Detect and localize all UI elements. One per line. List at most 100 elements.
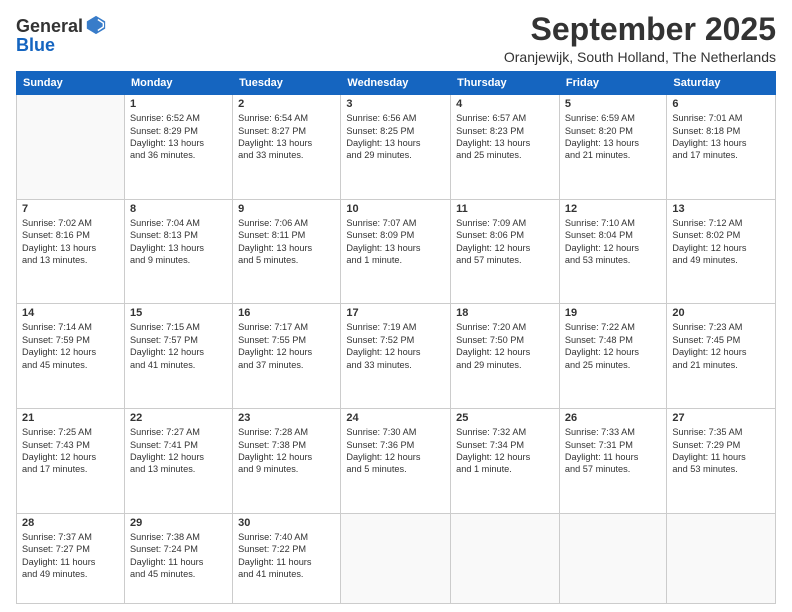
day-number: 23 [238, 412, 335, 424]
calendar-table: SundayMondayTuesdayWednesdayThursdayFrid… [16, 71, 776, 604]
title-block: September 2025 Oranjewijk, South Holland… [504, 12, 776, 65]
day-info: Sunrise: 6:54 AM Sunset: 8:27 PM Dayligh… [238, 112, 335, 162]
day-info: Sunrise: 7:32 AM Sunset: 7:34 PM Dayligh… [456, 426, 554, 476]
calendar-cell [559, 513, 666, 603]
calendar-cell: 4 Sunrise: 6:57 AM Sunset: 8:23 PM Daylig… [451, 95, 560, 200]
calendar-cell [667, 513, 776, 603]
day-number: 30 [238, 517, 335, 529]
day-number: 5 [565, 98, 661, 110]
calendar-cell [17, 95, 125, 200]
calendar-cell: 7 Sunrise: 7:02 AM Sunset: 8:16 PM Daylig… [17, 199, 125, 304]
calendar-cell [451, 513, 560, 603]
day-number: 19 [565, 307, 661, 319]
week-row-3: 21Sunrise: 7:25 AM Sunset: 7:43 PM Dayli… [17, 409, 776, 514]
calendar-cell: 3 Sunrise: 6:56 AM Sunset: 8:25 PM Daylig… [341, 95, 451, 200]
day-number: 15 [130, 307, 227, 319]
calendar-cell: 28 Sunrise: 7:37 AM Sunset: 7:27 PM Dayli… [17, 513, 125, 603]
weekday-header-friday: Friday [559, 72, 666, 95]
calendar-cell: 21Sunrise: 7:25 AM Sunset: 7:43 PM Dayli… [17, 409, 125, 514]
logo-icon [85, 14, 107, 36]
day-info: Sunrise: 7:14 AM Sunset: 7:59 PM Dayligh… [22, 321, 119, 371]
day-info: Sunrise: 7:06 AM Sunset: 8:11 PM Dayligh… [238, 217, 335, 267]
day-info: Sunrise: 6:52 AM Sunset: 8:29 PM Dayligh… [130, 112, 227, 162]
week-row-2: 14 Sunrise: 7:14 AM Sunset: 7:59 PM Dayli… [17, 304, 776, 409]
day-info: Sunrise: 7:12 AM Sunset: 8:02 PM Dayligh… [672, 217, 770, 267]
day-number: 13 [672, 203, 770, 215]
day-info: Sunrise: 7:02 AM Sunset: 8:16 PM Dayligh… [22, 217, 119, 267]
day-info: Sunrise: 6:59 AM Sunset: 8:20 PM Dayligh… [565, 112, 661, 162]
day-number: 18 [456, 307, 554, 319]
day-info: Sunrise: 7:38 AM Sunset: 7:24 PM Dayligh… [130, 531, 227, 581]
day-number: 11 [456, 203, 554, 215]
day-number: 9 [238, 203, 335, 215]
weekday-header-row: SundayMondayTuesdayWednesdayThursdayFrid… [17, 72, 776, 95]
day-number: 25 [456, 412, 554, 424]
day-number: 3 [346, 98, 445, 110]
day-number: 8 [130, 203, 227, 215]
day-info: Sunrise: 7:37 AM Sunset: 7:27 PM Dayligh… [22, 531, 119, 581]
day-info: Sunrise: 7:40 AM Sunset: 7:22 PM Dayligh… [238, 531, 335, 581]
day-info: Sunrise: 7:04 AM Sunset: 8:13 PM Dayligh… [130, 217, 227, 267]
day-info: Sunrise: 7:23 AM Sunset: 7:45 PM Dayligh… [672, 321, 770, 371]
page: General Blue September 2025 Oranjewijk, … [0, 0, 792, 612]
day-number: 1 [130, 98, 227, 110]
calendar-cell: 22 Sunrise: 7:27 AM Sunset: 7:41 PM Dayli… [124, 409, 232, 514]
weekday-header-saturday: Saturday [667, 72, 776, 95]
day-number: 27 [672, 412, 770, 424]
day-number: 10 [346, 203, 445, 215]
calendar-cell: 20 Sunrise: 7:23 AM Sunset: 7:45 PM Dayli… [667, 304, 776, 409]
day-number: 24 [346, 412, 445, 424]
day-number: 22 [130, 412, 227, 424]
calendar-cell: 9 Sunrise: 7:06 AM Sunset: 8:11 PM Daylig… [233, 199, 341, 304]
day-number: 14 [22, 307, 119, 319]
day-info: Sunrise: 7:01 AM Sunset: 8:18 PM Dayligh… [672, 112, 770, 162]
calendar-cell: 23 Sunrise: 7:28 AM Sunset: 7:38 PM Dayli… [233, 409, 341, 514]
day-number: 16 [238, 307, 335, 319]
weekday-header-wednesday: Wednesday [341, 72, 451, 95]
day-number: 7 [22, 203, 119, 215]
day-number: 17 [346, 307, 445, 319]
weekday-header-monday: Monday [124, 72, 232, 95]
calendar-cell: 10Sunrise: 7:07 AM Sunset: 8:09 PM Dayli… [341, 199, 451, 304]
day-info: Sunrise: 6:57 AM Sunset: 8:23 PM Dayligh… [456, 112, 554, 162]
day-number: 29 [130, 517, 227, 529]
calendar-title: September 2025 [504, 12, 776, 47]
day-number: 20 [672, 307, 770, 319]
calendar-cell: 1 Sunrise: 6:52 AM Sunset: 8:29 PM Daylig… [124, 95, 232, 200]
day-number: 2 [238, 98, 335, 110]
logo: General Blue [16, 16, 107, 56]
day-info: Sunrise: 7:28 AM Sunset: 7:38 PM Dayligh… [238, 426, 335, 476]
day-info: Sunrise: 7:33 AM Sunset: 7:31 PM Dayligh… [565, 426, 661, 476]
day-info: Sunrise: 7:22 AM Sunset: 7:48 PM Dayligh… [565, 321, 661, 371]
calendar-cell: 5 Sunrise: 6:59 AM Sunset: 8:20 PM Daylig… [559, 95, 666, 200]
weekday-header-tuesday: Tuesday [233, 72, 341, 95]
calendar-cell: 12Sunrise: 7:10 AM Sunset: 8:04 PM Dayli… [559, 199, 666, 304]
weekday-header-thursday: Thursday [451, 72, 560, 95]
day-info: Sunrise: 7:27 AM Sunset: 7:41 PM Dayligh… [130, 426, 227, 476]
calendar-cell: 24 Sunrise: 7:30 AM Sunset: 7:36 PM Dayli… [341, 409, 451, 514]
day-info: Sunrise: 6:56 AM Sunset: 8:25 PM Dayligh… [346, 112, 445, 162]
weekday-header-sunday: Sunday [17, 72, 125, 95]
calendar-cell: 29 Sunrise: 7:38 AM Sunset: 7:24 PM Dayli… [124, 513, 232, 603]
calendar-cell: 14 Sunrise: 7:14 AM Sunset: 7:59 PM Dayli… [17, 304, 125, 409]
calendar-cell: 30 Sunrise: 7:40 AM Sunset: 7:22 PM Dayli… [233, 513, 341, 603]
day-number: 28 [22, 517, 119, 529]
day-info: Sunrise: 7:17 AM Sunset: 7:55 PM Dayligh… [238, 321, 335, 371]
calendar-cell: 26 Sunrise: 7:33 AM Sunset: 7:31 PM Dayli… [559, 409, 666, 514]
calendar-cell: 6 Sunrise: 7:01 AM Sunset: 8:18 PM Daylig… [667, 95, 776, 200]
calendar-cell: 27Sunrise: 7:35 AM Sunset: 7:29 PM Dayli… [667, 409, 776, 514]
logo-blue-text: Blue [16, 35, 107, 56]
day-number: 6 [672, 98, 770, 110]
day-number: 26 [565, 412, 661, 424]
calendar-cell: 18 Sunrise: 7:20 AM Sunset: 7:50 PM Dayli… [451, 304, 560, 409]
header: General Blue September 2025 Oranjewijk, … [16, 12, 776, 65]
day-number: 12 [565, 203, 661, 215]
day-number: 4 [456, 98, 554, 110]
calendar-cell: 11Sunrise: 7:09 AM Sunset: 8:06 PM Dayli… [451, 199, 560, 304]
calendar-cell: 17Sunrise: 7:19 AM Sunset: 7:52 PM Dayli… [341, 304, 451, 409]
day-info: Sunrise: 7:20 AM Sunset: 7:50 PM Dayligh… [456, 321, 554, 371]
calendar-cell: 15Sunrise: 7:15 AM Sunset: 7:57 PM Dayli… [124, 304, 232, 409]
day-info: Sunrise: 7:30 AM Sunset: 7:36 PM Dayligh… [346, 426, 445, 476]
week-row-4: 28 Sunrise: 7:37 AM Sunset: 7:27 PM Dayli… [17, 513, 776, 603]
calendar-cell: 25 Sunrise: 7:32 AM Sunset: 7:34 PM Dayli… [451, 409, 560, 514]
